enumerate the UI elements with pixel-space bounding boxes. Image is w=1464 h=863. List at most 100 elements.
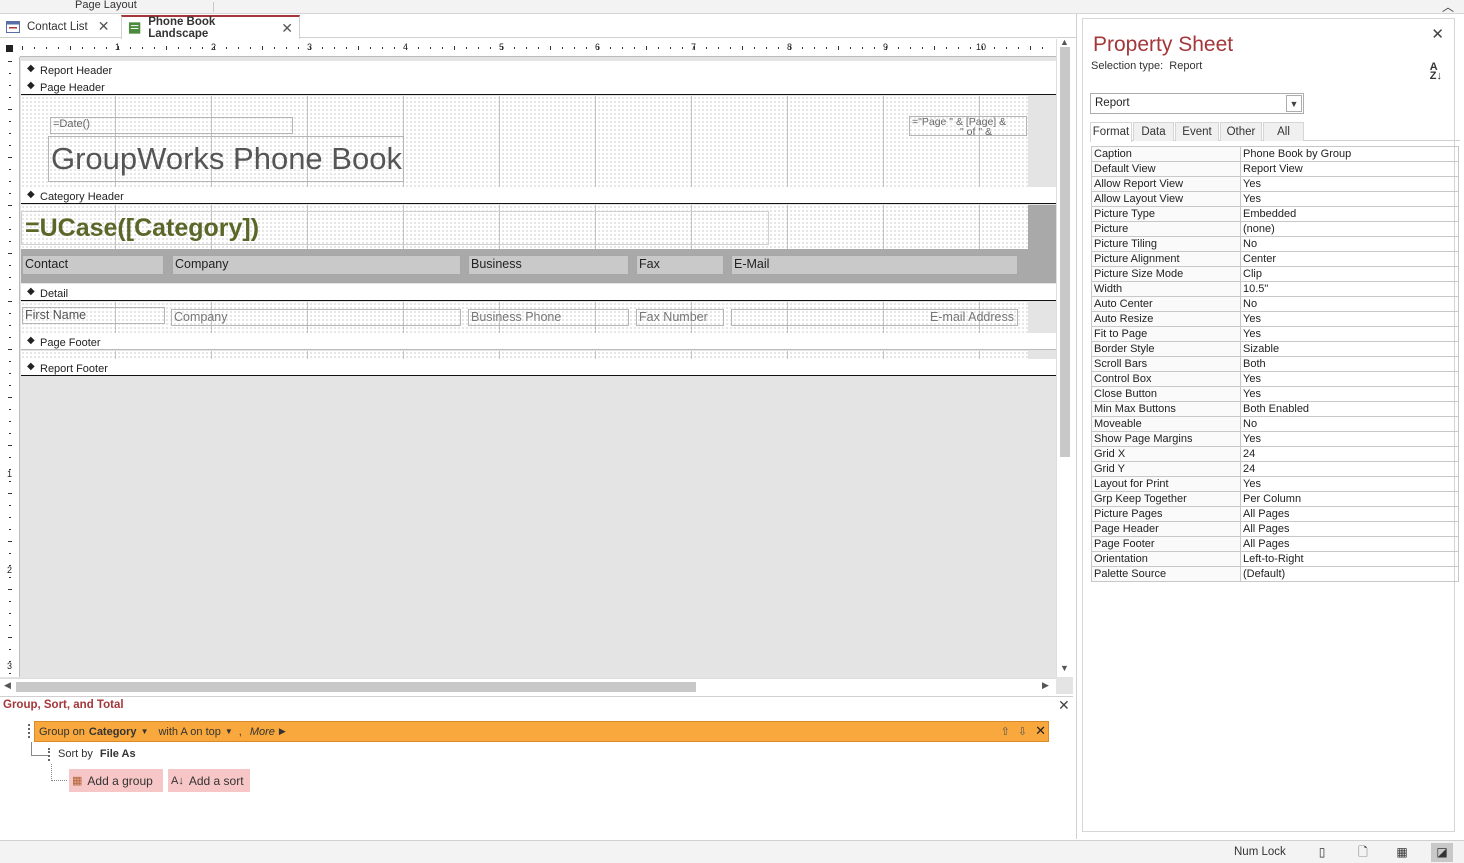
add-sort-button[interactable]: A↓ Add a sort [168,769,250,792]
page-footer-section[interactable] [21,351,1028,359]
property-row[interactable]: Show Page Margins Yes [1091,431,1459,447]
tab-format[interactable]: Format [1090,122,1132,142]
field-fax-number[interactable]: Fax Number [636,309,724,326]
scroll-up-icon[interactable]: ▲ [1060,37,1069,47]
property-value[interactable]: Clip [1240,266,1459,282]
field-company[interactable]: Company [171,309,461,326]
property-value[interactable]: No [1240,296,1459,312]
property-value[interactable]: Sizable [1240,341,1459,357]
object-select[interactable]: Report ▼ [1090,93,1304,114]
property-value[interactable]: Left-to-Right [1240,551,1459,567]
property-row[interactable]: Page Footer All Pages [1091,536,1459,552]
property-row[interactable]: Picture Tiling No [1091,236,1459,252]
sort-field-select[interactable]: File As [100,748,136,760]
property-value[interactable]: No [1240,236,1459,252]
page-header-section[interactable]: =Date() GroupWorks Phone Book ="Page " &… [21,96,1028,187]
property-value[interactable]: Yes [1240,371,1459,387]
move-up-icon[interactable]: ⇧ [1001,725,1010,738]
tab-data[interactable]: Data [1133,122,1174,141]
drag-handle[interactable] [48,748,50,761]
close-icon[interactable]: ✕ [1431,25,1444,43]
property-value[interactable]: No [1240,416,1459,432]
property-row[interactable]: Grid X 24 [1091,446,1459,462]
property-row[interactable]: Picture Type Embedded [1091,206,1459,222]
move-down-icon[interactable]: ⇩ [1018,725,1027,738]
label-contact[interactable]: Contact [22,255,164,275]
property-value[interactable]: Yes [1240,326,1459,342]
property-row[interactable]: Picture (none) [1091,221,1459,237]
chevron-down-icon[interactable]: ▼ [141,727,149,736]
property-row[interactable]: Picture Pages All Pages [1091,506,1459,522]
field-email-address[interactable]: E-mail Address [731,309,1018,326]
property-row[interactable]: Moveable No [1091,416,1459,432]
group-level-row[interactable]: Group on Category ▼ with A on top ▼ , Mo… [34,721,1049,742]
field-first-name[interactable]: First Name [22,307,165,324]
close-icon[interactable]: ✕ [281,20,293,37]
property-value[interactable]: All Pages [1240,521,1459,537]
scroll-right-icon[interactable]: ▶ [1042,680,1049,691]
property-value[interactable]: All Pages [1240,506,1459,522]
property-value[interactable]: Yes [1240,476,1459,492]
property-row[interactable]: Picture Alignment Center [1091,251,1459,267]
add-group-button[interactable]: ▦ Add a group [69,769,163,792]
property-row[interactable]: Allow Report View Yes [1091,176,1459,192]
field-business-phone[interactable]: Business Phone [468,309,629,326]
horizontal-ruler[interactable]: 1 2 3 4 5 6 7 8 9 10 [20,39,1056,57]
tab-event[interactable]: Event [1175,122,1219,141]
property-value[interactable]: Yes [1240,386,1459,402]
property-value[interactable]: Report View [1240,161,1459,177]
scroll-down-icon[interactable]: ▼ [1060,663,1069,673]
property-value[interactable]: Center [1240,251,1459,267]
report-view-icon[interactable]: ▯ [1311,843,1333,862]
sort-level-row[interactable]: Sort by File As [58,748,136,760]
scroll-thumb[interactable] [16,682,696,692]
property-row[interactable]: Auto Center No [1091,296,1459,312]
sort-order-select[interactable]: with A on top [158,726,220,738]
property-row[interactable]: Picture Size Mode Clip [1091,266,1459,282]
property-row[interactable]: Page Header All Pages [1091,521,1459,537]
scroll-thumb[interactable] [1060,47,1070,457]
tab-phone-book-landscape[interactable]: Phone Book Landscape ✕ [121,15,300,40]
layout-view-icon[interactable]: ▦ [1391,843,1413,862]
property-row[interactable]: Scroll Bars Both [1091,356,1459,372]
more-options-link[interactable]: More [250,726,275,738]
delete-icon[interactable]: ✕ [1035,723,1046,739]
ribbon-collapse-icon[interactable]: ︿ [1442,0,1454,15]
sort-az-icon[interactable]: A Z↓ [1430,62,1442,82]
group-field-select[interactable]: Category [89,726,137,738]
property-value[interactable]: Yes [1240,191,1459,207]
more-arrow-icon[interactable]: ▶ [279,726,286,737]
section-bar-report-header[interactable]: ◆ Report Header [21,61,1056,78]
property-row[interactable]: Width 10.5" [1091,281,1459,297]
tab-other[interactable]: Other [1220,122,1262,141]
vertical-scrollbar[interactable]: ▲ ▼ [1056,37,1073,677]
tab-contact-list[interactable]: Contact List ✕ [0,15,121,38]
property-value[interactable]: (Default) [1240,566,1459,582]
property-row[interactable]: Layout for Print Yes [1091,476,1459,492]
property-row[interactable]: Grp Keep Together Per Column [1091,491,1459,507]
property-row[interactable]: Border Style Sizable [1091,341,1459,357]
drag-handle[interactable] [28,724,30,738]
section-bar-page-footer[interactable]: ◆ Page Footer [21,333,1056,350]
property-row[interactable]: Default View Report View [1091,161,1459,177]
print-preview-icon[interactable]: 🗋 [1352,843,1374,862]
chevron-down-icon[interactable]: ▼ [1286,95,1302,112]
property-value[interactable]: 10.5" [1240,281,1459,297]
property-row[interactable]: Auto Resize Yes [1091,311,1459,327]
property-row[interactable]: Min Max Buttons Both Enabled [1091,401,1459,417]
property-value[interactable]: Both [1240,356,1459,372]
select-report-box[interactable] [6,45,13,52]
property-value[interactable]: Yes [1240,311,1459,327]
property-value[interactable]: Both Enabled [1240,401,1459,417]
label-fax[interactable]: Fax [636,255,724,275]
chevron-down-icon[interactable]: ▼ [225,727,233,736]
property-row[interactable]: Caption Phone Book by Group [1091,146,1459,162]
property-row[interactable]: Close Button Yes [1091,386,1459,402]
title-label[interactable]: GroupWorks Phone Book [48,136,404,182]
label-business[interactable]: Business [468,255,629,275]
section-bar-detail[interactable]: ◆ Detail [21,284,1056,301]
property-row[interactable]: Orientation Left-to-Right [1091,551,1459,567]
property-row[interactable]: Fit to Page Yes [1091,326,1459,342]
property-value[interactable]: (none) [1240,221,1459,237]
ruler-corner[interactable] [0,39,20,57]
